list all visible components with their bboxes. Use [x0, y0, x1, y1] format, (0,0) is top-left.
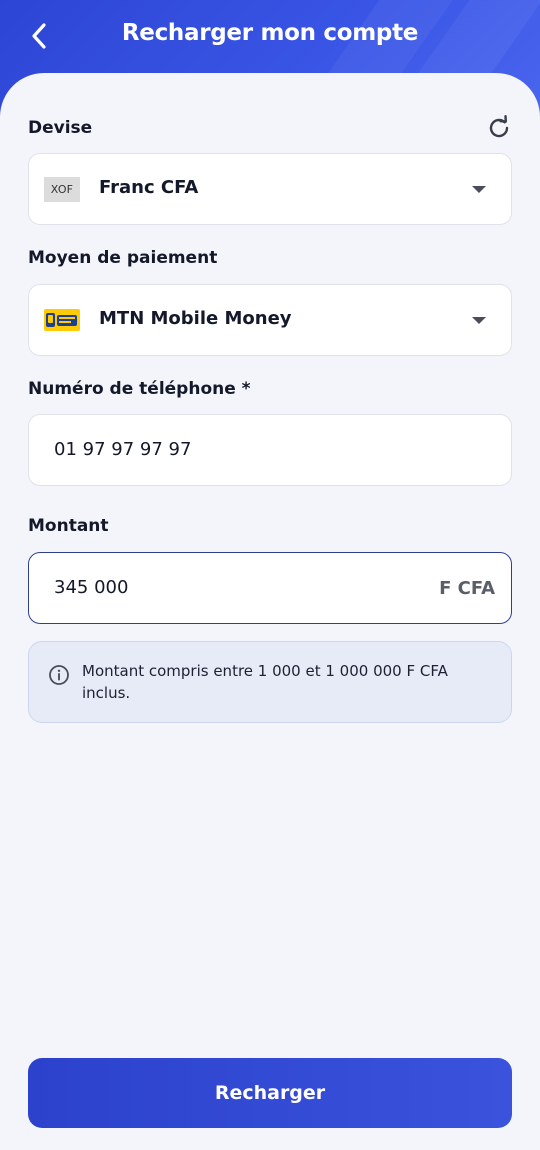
amount-currency-suffix: F CFA [439, 578, 495, 599]
payment-method-select[interactable]: MTN Mobile Money [28, 284, 512, 356]
caret-down-icon [472, 317, 486, 324]
currency-selected-value: Franc CFA [99, 177, 199, 198]
amount-label: Montant [28, 516, 109, 536]
info-icon [49, 665, 69, 685]
amount-range-text: Montant compris entre 1 000 et 1 000 000… [82, 662, 448, 702]
caret-down-icon [472, 186, 486, 193]
phone-input[interactable] [54, 439, 434, 460]
mtn-momo-logo [44, 309, 80, 331]
recharge-button[interactable]: Recharger [28, 1058, 512, 1128]
currency-label: Devise [28, 118, 93, 138]
payment-method-label: Moyen de paiement [28, 248, 218, 268]
amount-field[interactable]: F CFA [28, 552, 512, 624]
phone-label: Numéro de téléphone * [28, 379, 251, 399]
amount-info-notice: Montant compris entre 1 000 et 1 000 000… [28, 641, 512, 723]
payment-method-selected-value: MTN Mobile Money [99, 308, 292, 329]
amount-input[interactable] [54, 577, 434, 598]
currency-select[interactable]: XOF Franc CFA [28, 153, 512, 225]
refresh-button[interactable] [486, 115, 512, 141]
currency-code-badge: XOF [44, 177, 80, 202]
refresh-icon [489, 115, 509, 138]
page-title: Recharger mon compte [121, 20, 419, 46]
phone-field[interactable] [28, 414, 512, 486]
